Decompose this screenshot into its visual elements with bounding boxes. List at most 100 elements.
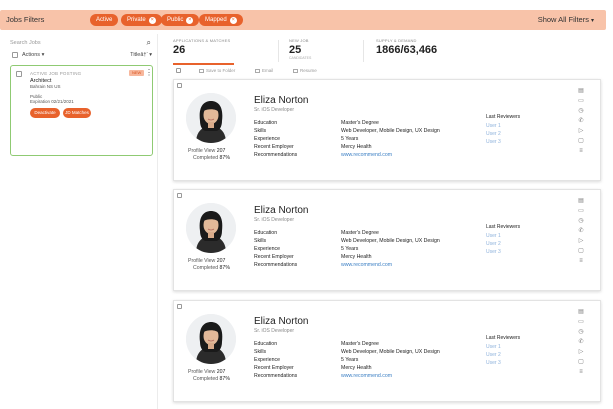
recommendations-link[interactable]: www.recommend.com [341, 262, 392, 268]
candidate-checkbox[interactable] [177, 83, 182, 88]
message-icon[interactable]: ▢ [578, 359, 584, 365]
completed-stat: Completed 87% [193, 155, 230, 161]
avatar [186, 93, 236, 143]
field-label: Recommendations [254, 373, 298, 379]
filter-chip-private[interactable]: Private × [121, 14, 162, 26]
phone-icon[interactable]: ✆ [578, 118, 584, 124]
stat-new-job[interactable]: NEW JOB 25 CANDIDATES [289, 38, 311, 60]
actions-dropdown[interactable]: Actions ▾ [22, 52, 44, 58]
chevron-down-icon: ▾ [590, 18, 594, 24]
resume-icon[interactable]: ▤ [578, 309, 584, 315]
field-label: Education [254, 230, 278, 236]
deactivate-button[interactable]: Deactivate [30, 108, 60, 118]
reviewer-link[interactable]: User 1 [486, 344, 501, 350]
message-icon[interactable]: ▢ [578, 138, 584, 144]
save-to-folder-button[interactable]: Save to Folder [199, 68, 235, 73]
reviewer-link[interactable]: User 2 [486, 352, 501, 358]
field-value: 5 Years [341, 246, 359, 252]
stat-applications[interactable]: APPLICATIONS & MATCHES 26 [173, 38, 230, 56]
resume-button[interactable]: Resume [293, 68, 317, 73]
field-label: Recommendations [254, 262, 298, 268]
recommendations-link[interactable]: www.recommend.com [341, 373, 392, 379]
field-value: Mercy Health [341, 144, 372, 150]
calendar-icon[interactable]: ▭ [578, 319, 584, 325]
jd-matches-button[interactable]: JD Matches [63, 108, 91, 118]
field-label: Recommendations [254, 152, 298, 158]
list-icon[interactable]: ≡ [578, 148, 584, 154]
video-icon[interactable]: ▷ [578, 238, 584, 244]
video-icon[interactable]: ▷ [578, 128, 584, 134]
search-icon[interactable]: ⌕ [147, 38, 151, 48]
phone-icon[interactable]: ✆ [578, 228, 584, 234]
field-label: Education [254, 341, 278, 347]
active-stat-indicator [173, 63, 234, 65]
card-action-icons: ▤ ▭ ◷ ✆ ▷ ▢ ≡ [578, 309, 586, 379]
email-icon [255, 68, 260, 73]
candidate-card[interactable]: Profile View 207 Completed 87% Eliza Nor… [173, 79, 601, 181]
last-reviewers-label: Last Reviewers [486, 224, 521, 230]
resume-icon[interactable]: ▤ [578, 198, 584, 204]
select-all-candidates-checkbox[interactable] [176, 68, 181, 73]
field-label: Experience [254, 246, 280, 252]
candidate-name[interactable]: Eliza Norton [254, 316, 308, 327]
email-button[interactable]: Email [255, 68, 273, 73]
calendar-icon[interactable]: ▭ [578, 208, 584, 214]
avatar [186, 314, 236, 364]
filter-chip-mapped[interactable]: Mapped × [199, 14, 243, 26]
sort-dropdown[interactable]: Titleâ†‘ ▾ [130, 52, 152, 58]
job-location: Bahrain NS US [30, 84, 61, 89]
field-value: Mercy Health [341, 365, 372, 371]
filter-chip-public[interactable]: Public × [161, 14, 200, 26]
close-icon[interactable]: × [229, 17, 237, 24]
field-value: 5 Years [341, 136, 359, 142]
calendar-icon[interactable]: ▭ [578, 98, 584, 104]
reviewer-link[interactable]: User 1 [486, 233, 501, 239]
reviewer-link[interactable]: User 2 [486, 241, 501, 247]
resume-icon[interactable]: ▤ [578, 88, 584, 94]
reviewer-link[interactable]: User 3 [486, 139, 501, 145]
field-value: Master's Degree [341, 120, 379, 126]
job-checkbox[interactable] [16, 71, 22, 77]
divider [363, 40, 364, 62]
phone-icon[interactable]: ✆ [578, 339, 584, 345]
reviewer-link[interactable]: User 2 [486, 131, 501, 137]
clock-icon[interactable]: ◷ [578, 218, 584, 224]
candidates-panel: APPLICATIONS & MATCHES 26 NEW JOB 25 CAN… [163, 34, 603, 409]
select-all-checkbox[interactable] [12, 52, 18, 58]
candidate-card[interactable]: Profile View 207 Completed 87% Eliza Nor… [173, 189, 601, 291]
candidate-toolbar: Save to Folder Email Resume [163, 67, 603, 76]
list-icon[interactable]: ≡ [578, 369, 584, 375]
field-value: Master's Degree [341, 230, 379, 236]
avatar [186, 203, 236, 253]
field-label: Recent Employer [254, 365, 294, 371]
reviewer-link[interactable]: User 3 [486, 249, 501, 255]
recommendations-link[interactable]: www.recommend.com [341, 152, 392, 158]
job-search-field[interactable]: Search Jobs ⌕ [10, 38, 153, 50]
clock-icon[interactable]: ◷ [578, 108, 584, 114]
jobs-actions-row: Actions ▾ Titleâ†‘ ▾ [12, 51, 154, 61]
clock-icon[interactable]: ◷ [578, 329, 584, 335]
candidate-card[interactable]: Profile View 207 Completed 87% Eliza Nor… [173, 300, 601, 402]
message-icon[interactable]: ▢ [578, 248, 584, 254]
show-all-filters-button[interactable]: Show All Filters ▾ [538, 15, 594, 24]
filter-chip-active[interactable]: Active [90, 14, 119, 26]
folder-icon [199, 68, 204, 73]
job-card[interactable]: ACTIVE JOB POSTING NEW ⋮ Architect Bahra… [10, 65, 153, 156]
video-icon[interactable]: ▷ [578, 349, 584, 355]
candidate-name[interactable]: Eliza Norton [254, 95, 308, 106]
reviewer-link[interactable]: User 1 [486, 123, 501, 129]
field-label: Experience [254, 136, 280, 142]
kebab-menu-icon[interactable]: ⋮ [145, 69, 153, 77]
list-icon[interactable]: ≡ [578, 258, 584, 264]
search-input[interactable]: Search Jobs [10, 40, 41, 46]
candidate-name[interactable]: Eliza Norton [254, 205, 308, 216]
candidate-checkbox[interactable] [177, 193, 182, 198]
candidate-checkbox[interactable] [177, 304, 182, 309]
card-action-icons: ▤ ▭ ◷ ✆ ▷ ▢ ≡ [578, 88, 586, 158]
new-badge: NEW [129, 70, 145, 76]
stat-supply-demand[interactable]: SUPPLY & DEMAND 1866/63,466 [376, 38, 437, 56]
reviewer-link[interactable]: User 3 [486, 360, 501, 366]
close-icon[interactable]: × [186, 17, 194, 24]
close-icon[interactable]: × [148, 17, 156, 24]
field-label: Recent Employer [254, 144, 294, 150]
